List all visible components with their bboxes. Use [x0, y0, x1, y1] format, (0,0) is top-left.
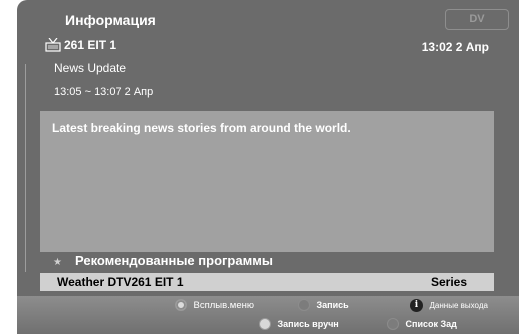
- record-button[interactable]: Запись: [298, 299, 349, 311]
- divider-line: [25, 64, 26, 272]
- popup-menu-label: Всплыв.меню: [193, 299, 254, 311]
- popup-menu-button[interactable]: Всплыв.меню: [175, 299, 254, 311]
- tv-antenna-icon: [45, 38, 61, 52]
- schedule-list-label: Список Зад: [405, 319, 457, 329]
- footer-bar: Всплыв.меню Запись i Данные выхода Запис…: [17, 296, 519, 334]
- yellow-circle-icon: [259, 318, 271, 330]
- recommended-header: Рекомендованные программы: [75, 253, 273, 268]
- manual-record-label: Запись вручн: [277, 319, 339, 329]
- program-description: Latest breaking news stories from around…: [52, 121, 351, 135]
- red-circle-icon: [175, 299, 187, 311]
- channel-label: 261 EIT 1: [64, 38, 117, 52]
- star-icon: ★: [53, 257, 62, 268]
- recommended-item[interactable]: Weather DTV261 EIT 1 Series: [40, 273, 494, 291]
- current-datetime: 13:02 2 Апр: [421, 40, 489, 54]
- manual-record-button[interactable]: Запись вручн: [259, 318, 339, 330]
- program-title: News Update: [54, 61, 127, 75]
- dvb-logo: DV: [445, 9, 509, 30]
- schedule-list-button[interactable]: Список Зад: [387, 318, 457, 330]
- info-label: Данные выхода: [429, 301, 488, 310]
- info-icon: i: [410, 299, 423, 312]
- record-label: Запись: [316, 300, 349, 310]
- panel-title: Информация: [65, 12, 156, 28]
- blue-circle-icon: [387, 318, 399, 330]
- recommended-item-type: Series: [430, 275, 467, 289]
- program-time: 13:05 ~ 13:07 2 Апр: [54, 86, 154, 98]
- green-circle-icon: [298, 299, 310, 311]
- info-button[interactable]: i Данные выхода: [410, 299, 488, 312]
- description-box: Latest breaking news stories from around…: [40, 111, 494, 252]
- recommended-item-name: Weather DTV261 EIT 1: [57, 275, 184, 289]
